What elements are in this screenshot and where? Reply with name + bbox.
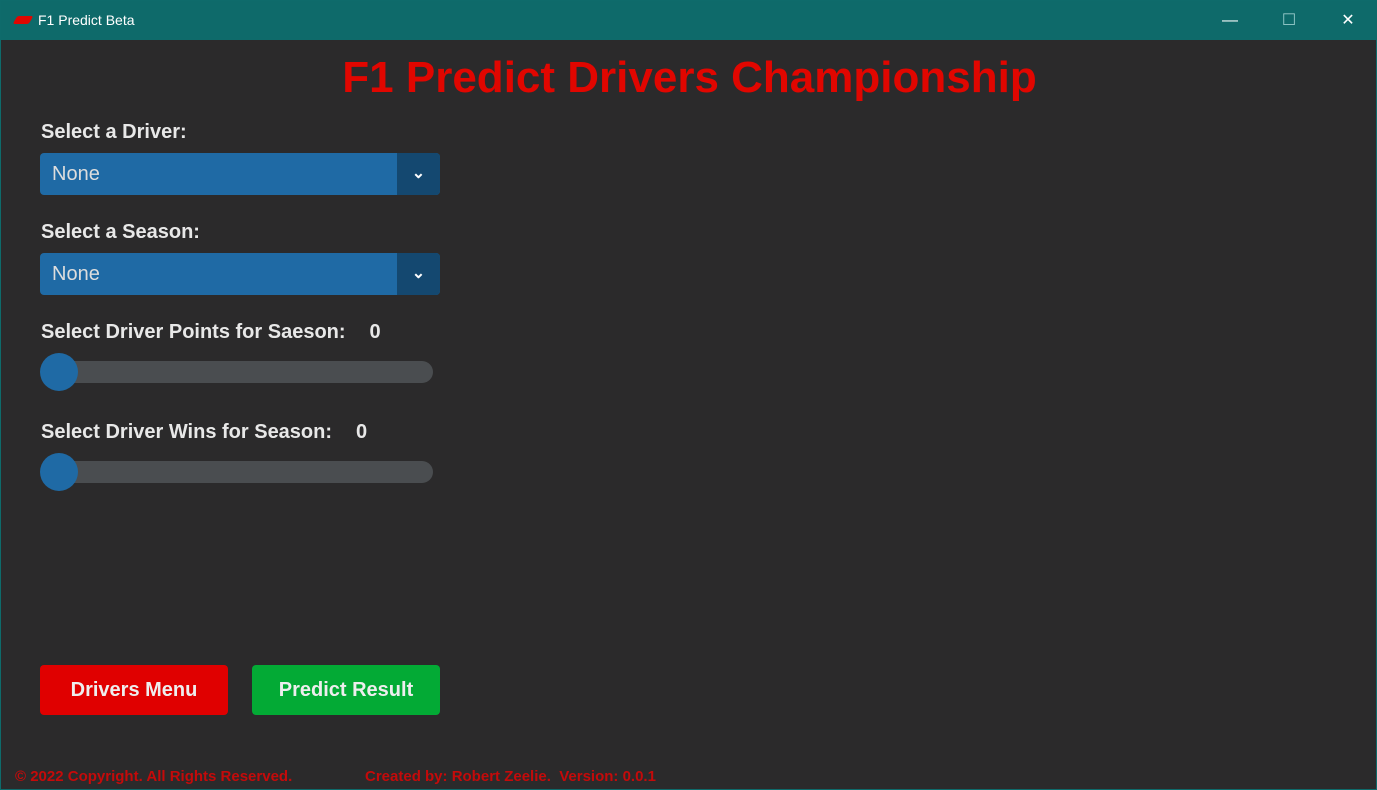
maximize-button[interactable]: ☐ (1274, 9, 1304, 33)
window-title: F1 Predict Beta (38, 12, 135, 28)
wins-label: Select Driver Wins for Season: 0 (41, 421, 367, 444)
drivers-menu-button[interactable]: Drivers Menu (40, 665, 228, 715)
driver-value: None (52, 163, 100, 185)
season-value: None (52, 263, 100, 285)
minimize-button[interactable]: — (1215, 9, 1245, 33)
f1-logo-icon (12, 16, 34, 24)
driver-label: Select a Driver: (41, 121, 187, 143)
page-title: F1 Predict Drivers Championship (342, 53, 1037, 102)
points-slider[interactable] (40, 353, 433, 391)
credit-text: Created by: Robert Zeelie. Version: 0.0.… (365, 768, 656, 785)
chevron-down-icon[interactable]: ⌄ (397, 153, 440, 195)
title-bar: F1 Predict Beta — ☐ ✕ (1, 1, 1377, 40)
points-label-text: Select Driver Points for Saeson: (41, 321, 346, 343)
points-slider-handle[interactable] (40, 353, 78, 391)
points-label: Select Driver Points for Saeson: 0 (41, 321, 381, 344)
wins-label-text: Select Driver Wins for Season: (41, 421, 333, 443)
points-value: 0 (369, 321, 381, 343)
season-label: Select a Season: (41, 221, 200, 243)
season-dropdown[interactable]: None ⌄ (40, 253, 440, 295)
wins-slider-handle[interactable] (40, 453, 78, 491)
close-button[interactable]: ✕ (1333, 9, 1363, 33)
wins-value: 0 (356, 421, 368, 443)
wins-slider[interactable] (40, 453, 433, 491)
chevron-down-icon[interactable]: ⌄ (397, 253, 440, 295)
copyright-text: © 2022 Copyright. All Rights Reserved. (15, 768, 293, 785)
driver-dropdown[interactable]: None ⌄ (40, 153, 440, 195)
predict-result-button[interactable]: Predict Result (252, 665, 440, 715)
